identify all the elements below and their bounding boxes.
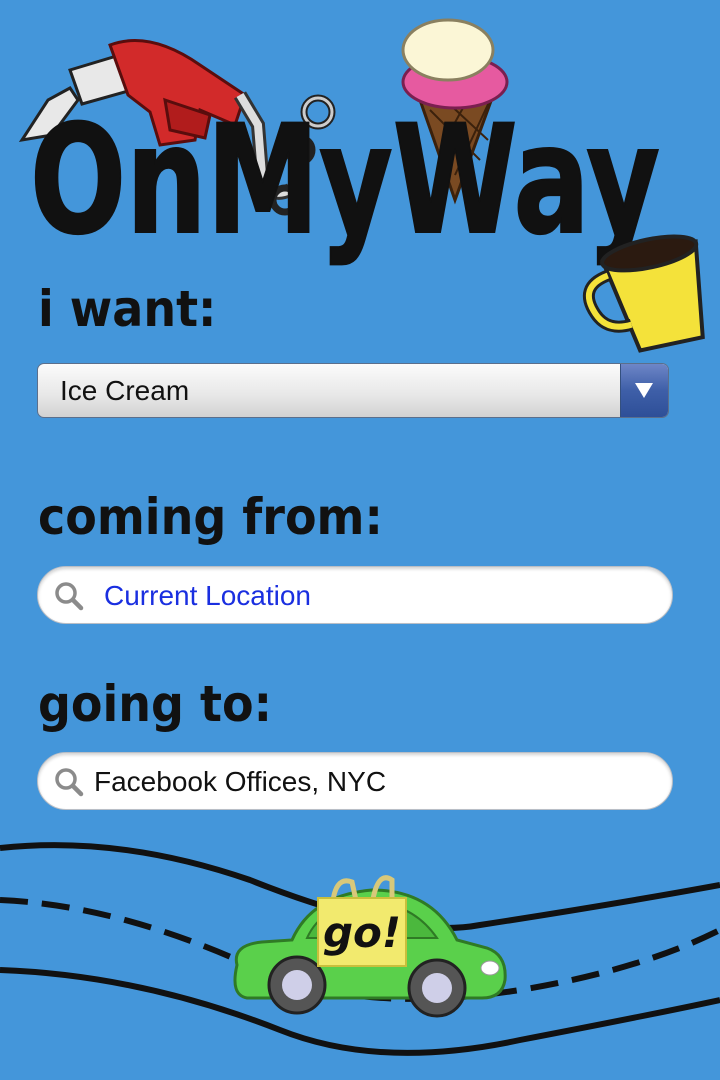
want-select-value: Ice Cream [60, 375, 190, 406]
from-field[interactable]: Current Location [37, 566, 673, 624]
want-label: i want: [38, 280, 217, 338]
dropdown-button[interactable] [620, 364, 668, 417]
magnifier-icon [55, 768, 84, 797]
go-label: go! [322, 908, 402, 957]
to-field-value: Facebook Offices, NYC [94, 766, 387, 797]
to-label: going to: [38, 675, 272, 733]
want-select[interactable]: Ice Cream [37, 363, 669, 418]
from-field-value: Current Location [104, 580, 312, 611]
triangle-down-icon [635, 383, 653, 398]
to-field[interactable]: Facebook Offices, NYC [37, 752, 673, 810]
magnifier-icon [55, 582, 84, 611]
logo-text: OnMyWay [30, 94, 660, 268]
from-label: coming from: [38, 488, 383, 546]
go-button[interactable]: go! [222, 870, 512, 1030]
